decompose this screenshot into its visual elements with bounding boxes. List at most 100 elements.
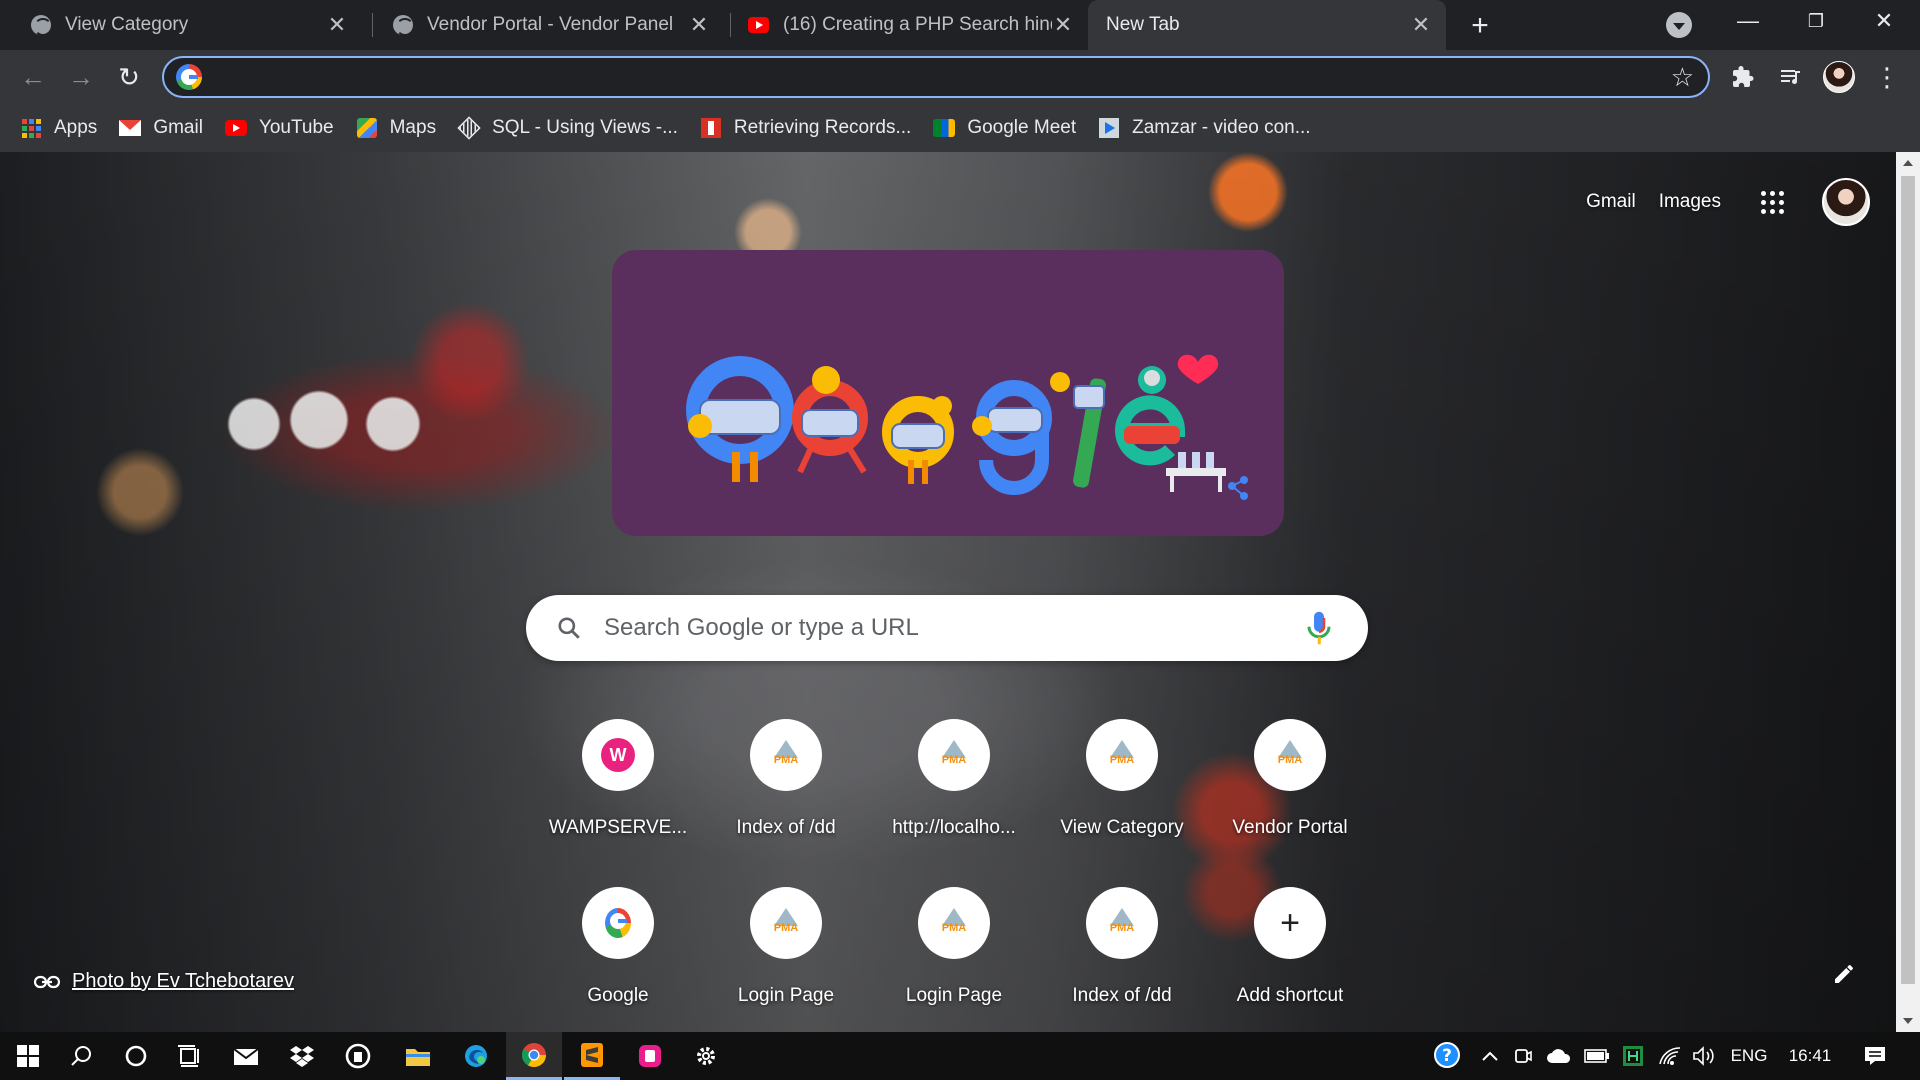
microphone-icon[interactable] <box>1304 608 1334 648</box>
media-queue-icon[interactable] <box>1772 58 1810 96</box>
back-button[interactable]: ← <box>14 58 52 96</box>
forward-button[interactable]: → <box>62 58 100 96</box>
shortcut-view-category[interactable]: View Category <box>1038 707 1206 847</box>
google-icon <box>176 64 202 90</box>
shortcut-login-page-2[interactable]: Login Page <box>870 875 1038 1015</box>
tab-search-button[interactable] <box>1666 12 1692 38</box>
images-link[interactable]: Images <box>1659 191 1721 213</box>
bookmark-apps[interactable]: Apps <box>20 117 97 139</box>
tab-youtube-php-search[interactable]: (16) Creating a PHP Search hindi ✕ <box>718 0 1088 50</box>
shortcut-index-dd[interactable]: Index of /dd <box>702 707 870 847</box>
doodle-illustration-icon <box>686 354 1248 500</box>
minimize-button[interactable]: — <box>1718 0 1778 42</box>
wampserver-icon: W <box>582 719 654 791</box>
close-icon[interactable]: ✕ <box>1052 12 1074 37</box>
bookmark-zamzar[interactable]: Zamzar - video con... <box>1098 117 1311 139</box>
close-icon[interactable]: ✕ <box>326 12 348 37</box>
shortcut-localhost[interactable]: http://localho... <box>870 707 1038 847</box>
app-circle-icon[interactable] <box>330 1032 386 1080</box>
phpmyadmin-icon <box>750 887 822 959</box>
add-shortcut-button[interactable]: + Add shortcut <box>1206 875 1374 1015</box>
search-icon[interactable] <box>54 1032 110 1080</box>
action-center-icon[interactable] <box>1850 1032 1900 1080</box>
chrome-menu-button[interactable]: ⋮ <box>1868 58 1906 96</box>
google-meet-icon <box>933 117 956 139</box>
shortcut-title: Login Page <box>905 985 1003 1006</box>
phpmyadmin-icon <box>918 887 990 959</box>
shortcut-index-dd-2[interactable]: Index of /dd <box>1038 875 1206 1015</box>
settings-gear-icon[interactable] <box>678 1032 734 1080</box>
tab-view-category[interactable]: View Category ✕ <box>0 0 362 50</box>
photo-credit-link[interactable]: Photo by Ev Tchebotarev <box>34 970 294 993</box>
new-tab-button[interactable]: + <box>1462 8 1498 44</box>
volume-icon[interactable] <box>1688 1032 1720 1080</box>
restore-button[interactable]: ❐ <box>1786 0 1846 42</box>
reload-button[interactable]: ↻ <box>110 58 148 96</box>
shortcut-wampserver[interactable]: W WAMPSERVE... <box>534 707 702 847</box>
bookmark-google-meet[interactable]: Google Meet <box>933 117 1076 139</box>
task-view-icon[interactable] <box>162 1032 218 1080</box>
globe-icon <box>30 15 52 36</box>
bookmark-star-icon[interactable]: ☆ <box>1671 62 1694 93</box>
extensions-puzzle-icon[interactable] <box>1724 58 1762 96</box>
edge-icon[interactable] <box>448 1032 504 1080</box>
globe-icon <box>392 15 414 36</box>
tab-vendor-portal[interactable]: Vendor Portal - Vendor Panel ✕ <box>362 0 724 50</box>
help-icon[interactable]: ? <box>1426 1032 1470 1080</box>
maps-icon <box>356 117 378 139</box>
google-apps-icon[interactable] <box>1761 190 1784 214</box>
bookmark-label: Retrieving Records... <box>733 117 912 138</box>
retrieving-records-icon <box>700 117 722 139</box>
shortcut-vendor-portal[interactable]: Vendor Portal <box>1206 707 1374 847</box>
profile-avatar-button[interactable] <box>1820 58 1858 96</box>
address-input[interactable] <box>216 66 1708 88</box>
mail-icon[interactable] <box>218 1032 274 1080</box>
chrome-taskbar-icon[interactable] <box>506 1032 562 1080</box>
shortcut-login-page[interactable]: Login Page <box>702 875 870 1015</box>
address-bar[interactable]: ☆ <box>162 56 1710 98</box>
google-doodle[interactable] <box>612 250 1284 536</box>
avatar <box>1823 61 1855 93</box>
ntp-search-box[interactable] <box>526 595 1368 661</box>
account-avatar[interactable] <box>1822 178 1870 226</box>
shortcut-title: Vendor Portal <box>1232 817 1348 838</box>
customize-pencil-icon[interactable] <box>1832 962 1862 992</box>
sublime-text-icon[interactable] <box>564 1032 620 1080</box>
language-indicator[interactable]: ENG <box>1724 1032 1774 1080</box>
scrollbar-thumb[interactable] <box>1901 176 1915 984</box>
shortcut-title: Index of /dd <box>736 817 836 838</box>
onedrive-cloud-icon[interactable] <box>1542 1032 1576 1080</box>
windows-taskbar: ? ENG 16:41 <box>0 1032 1920 1080</box>
app-pink-icon[interactable] <box>622 1032 678 1080</box>
chevron-up-icon[interactable] <box>1476 1032 1504 1080</box>
close-icon[interactable]: ✕ <box>688 12 710 37</box>
scroll-down-arrow-icon[interactable] <box>1903 1018 1913 1024</box>
bookmark-youtube[interactable]: YouTube <box>224 117 334 139</box>
bookmark-retrieving-records[interactable]: Retrieving Records... <box>700 117 911 139</box>
windows-start-icon[interactable] <box>0 1032 56 1080</box>
tab-strip: View Category ✕ Vendor Portal - Vendor P… <box>0 0 1920 50</box>
bookmark-maps[interactable]: Maps <box>356 117 436 139</box>
apps-grid-icon <box>20 117 42 139</box>
close-icon[interactable]: ✕ <box>1410 12 1432 37</box>
meet-now-icon[interactable] <box>1508 1032 1538 1080</box>
bookmark-sql-views[interactable]: SQL - Using Views -... <box>457 116 678 140</box>
battery-icon[interactable] <box>1580 1032 1614 1080</box>
clock[interactable]: 16:41 <box>1780 1032 1840 1080</box>
scroll-up-arrow-icon[interactable] <box>1903 160 1913 166</box>
search-input[interactable] <box>604 614 1304 642</box>
close-window-button[interactable]: ✕ <box>1854 0 1914 42</box>
shortcut-google[interactable]: Google <box>534 875 702 1015</box>
tab-title: (16) Creating a PHP Search hindi <box>783 14 1052 35</box>
page-scrollbar[interactable] <box>1896 152 1920 1032</box>
ntp-header: Gmail Images <box>1563 178 1870 226</box>
gmail-link[interactable]: Gmail <box>1586 191 1636 213</box>
tab-new-tab[interactable]: New Tab ✕ <box>1088 0 1446 50</box>
cortana-icon[interactable] <box>108 1032 164 1080</box>
file-explorer-icon[interactable] <box>390 1032 446 1080</box>
dropbox-icon[interactable] <box>274 1032 330 1080</box>
green-app-tray-icon[interactable] <box>1618 1032 1648 1080</box>
wifi-icon[interactable] <box>1654 1032 1686 1080</box>
bookmark-gmail[interactable]: Gmail <box>119 117 203 139</box>
phpmyadmin-icon <box>750 719 822 791</box>
